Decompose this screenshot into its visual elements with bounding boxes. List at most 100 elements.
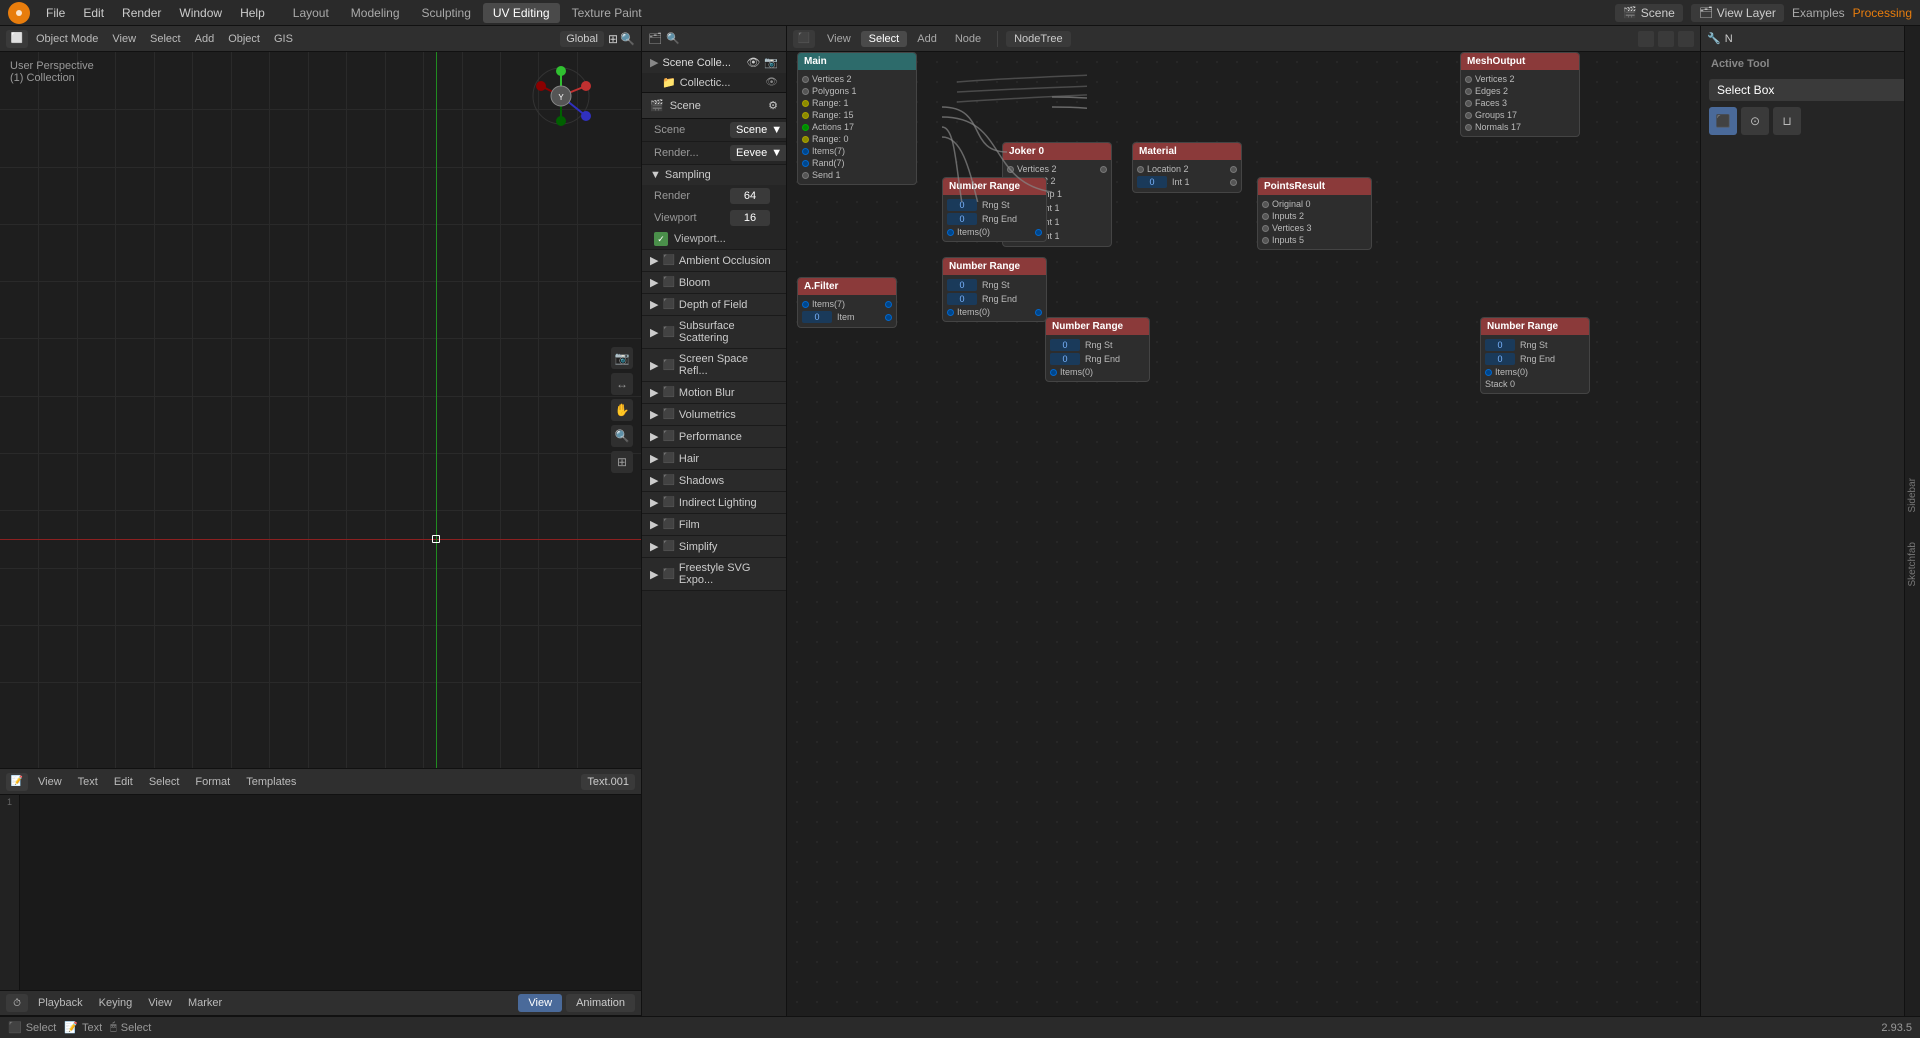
node-afilter[interactable]: A.Filter Items(7) 0Item xyxy=(797,277,897,328)
3d-viewport[interactable]: User Perspective (1) Collection xyxy=(0,52,641,768)
view-btn[interactable]: View xyxy=(106,31,142,47)
section-header-3[interactable]: ▶ ⬛ Subsurface Scattering xyxy=(642,316,786,348)
tool-circle-icon[interactable]: ⊙ xyxy=(1741,107,1769,135)
section-header-5[interactable]: ▶ ⬛ Motion Blur xyxy=(642,382,786,403)
select-btn[interactable]: Select xyxy=(144,31,187,47)
section-header-4[interactable]: ▶ ⬛ Screen Space Refl... xyxy=(642,349,786,381)
node-toolbar-icon-1[interactable] xyxy=(1638,31,1654,47)
node-toolbar-icon-2[interactable] xyxy=(1658,31,1674,47)
node-numrange1[interactable]: Number Range 0Rng St 0Rng End Items(0) xyxy=(942,177,1047,242)
node-editor[interactable]: ⬛ View Select Add Node NodeTree xyxy=(787,26,1700,1038)
viewport-denoise-checkbox[interactable]: ✓ xyxy=(654,232,668,246)
section-header-7[interactable]: ▶ ⬛ Performance xyxy=(642,426,786,447)
text-content-area[interactable] xyxy=(20,795,641,990)
section-header-10[interactable]: ▶ ⬛ Indirect Lighting xyxy=(642,492,786,513)
node-main[interactable]: Main Vertices 2 Polygons 1 Range: 1 Rang… xyxy=(797,52,917,185)
tool-lasso-icon[interactable]: ⊔ xyxy=(1773,107,1801,135)
scene-dropdown[interactable]: Scene ▼ xyxy=(730,122,786,138)
section-header-9[interactable]: ▶ ⬛ Shadows xyxy=(642,470,786,491)
object-btn[interactable]: Object xyxy=(222,31,266,47)
collection-row[interactable]: 📁 Collectic... 👁 xyxy=(642,73,786,92)
camera-view-icon[interactable]: 📷 xyxy=(611,347,633,369)
text-templates-btn[interactable]: Templates xyxy=(240,774,302,790)
mode-selector[interactable]: Object Mode xyxy=(30,31,104,47)
section-header-6[interactable]: ▶ ⬛ Volumetrics xyxy=(642,404,786,425)
timeline-icon[interactable]: ⏱ xyxy=(6,994,28,1012)
visibility-icon[interactable]: 👁 xyxy=(746,56,760,69)
animation-btn[interactable]: Animation xyxy=(566,994,635,1012)
node-material[interactable]: Material Location 2 0Int 1 xyxy=(1132,142,1242,193)
text-format-btn[interactable]: Format xyxy=(189,774,236,790)
zoom-icon[interactable]: 🔍 xyxy=(611,425,633,447)
props-settings-icon[interactable]: ⚙ xyxy=(768,99,778,112)
text-file-selector[interactable]: Text.001 xyxy=(581,774,635,790)
mode-icon[interactable]: ⬜ xyxy=(6,30,28,48)
tab-view[interactable]: View xyxy=(819,31,859,47)
scene-selector[interactable]: 🎬 Scene xyxy=(1615,4,1683,22)
node-numrange2[interactable]: Number Range 0Rng St 0Rng End Items(0) xyxy=(942,257,1047,322)
node-toolbar-icon-3[interactable] xyxy=(1678,31,1694,47)
playback-btn[interactable]: Playback xyxy=(32,995,89,1011)
sampling-header[interactable]: ▼ Sampling xyxy=(642,165,786,185)
timeline-view-btn[interactable]: View xyxy=(142,995,178,1011)
render-engine-dropdown[interactable]: Eevee ▼ xyxy=(730,145,786,161)
text-text-btn[interactable]: Text xyxy=(72,774,104,790)
cursor-icon[interactable]: ↔ xyxy=(611,373,633,395)
node-canvas[interactable]: Main Vertices 2 Polygons 1 Range: 1 Rang… xyxy=(787,52,1700,1038)
add-btn[interactable]: Add xyxy=(189,31,221,47)
gis-btn[interactable]: GIS xyxy=(268,31,299,47)
sketchfab-tab[interactable]: Sketchfab xyxy=(1907,542,1918,586)
menu-window[interactable]: Window xyxy=(171,4,230,22)
keying-btn[interactable]: Keying xyxy=(93,995,139,1011)
node-points-result[interactable]: PointsResult Original 0 Inputs 2 Vertice… xyxy=(1257,177,1372,250)
node-tree-selector[interactable]: NodeTree xyxy=(1006,31,1071,47)
view-layer-selector[interactable]: 🗂 View Layer xyxy=(1691,4,1784,22)
text-view-btn[interactable]: View xyxy=(32,774,68,790)
tab-texture-paint[interactable]: Texture Paint xyxy=(562,3,652,23)
select-box-status[interactable]: ⬛ Select xyxy=(8,1021,56,1034)
tab-modeling[interactable]: Modeling xyxy=(341,3,410,23)
section-header-8[interactable]: ▶ ⬛ Hair xyxy=(642,448,786,469)
tab-select[interactable]: Select xyxy=(861,31,908,47)
blender-logo[interactable] xyxy=(8,2,30,24)
text-status[interactable]: 📝 Text xyxy=(64,1021,102,1034)
tab-layout[interactable]: Layout xyxy=(283,3,339,23)
global-transform[interactable]: Global xyxy=(560,31,604,47)
text-editor-icon[interactable]: 📝 xyxy=(6,773,28,791)
menu-help[interactable]: Help xyxy=(232,4,273,22)
viewport-icon-1[interactable]: ⊞ xyxy=(608,32,618,46)
marker-btn[interactable]: Marker xyxy=(182,995,228,1011)
grid-icon[interactable]: ⊞ xyxy=(611,451,633,473)
scene-collection-row[interactable]: ▶ Scene Colle... 👁 📷 xyxy=(642,52,786,73)
text-select-btn[interactable]: Select xyxy=(143,774,186,790)
section-header-1[interactable]: ▶ ⬛ Bloom xyxy=(642,272,786,293)
tab-add[interactable]: Add xyxy=(909,31,945,47)
node-numrange3[interactable]: Number Range 0Rng St 0Rng End Items(0) xyxy=(1045,317,1150,382)
frame-btn[interactable]: View xyxy=(518,994,562,1012)
section-header-0[interactable]: ▶ ⬛ Ambient Occlusion xyxy=(642,250,786,271)
prop-section-4: ▶ ⬛ Screen Space Refl... xyxy=(642,349,786,382)
viewport-icon-2[interactable]: 🔍 xyxy=(620,32,635,46)
section-header-12[interactable]: ▶ ⬛ Simplify xyxy=(642,536,786,557)
tool-box-icon[interactable]: ⬛ xyxy=(1709,107,1737,135)
section-header-13[interactable]: ▶ ⬛ Freestyle SVG Expo... xyxy=(642,558,786,590)
tab-uv-editing[interactable]: UV Editing xyxy=(483,3,560,23)
text-edit-btn[interactable]: Edit xyxy=(108,774,139,790)
node-mesh-output[interactable]: MeshOutput Vertices 2 Edges 2 Faces 3 Gr… xyxy=(1460,52,1580,137)
menu-file[interactable]: File xyxy=(38,4,73,22)
section-header-11[interactable]: ▶ ⬛ Film xyxy=(642,514,786,535)
move-icon[interactable]: ✋ xyxy=(611,399,633,421)
sidebar-tab[interactable]: Sidebar xyxy=(1907,478,1918,512)
section-header-2[interactable]: ▶ ⬛ Depth of Field xyxy=(642,294,786,315)
nav-gizmo[interactable]: Y xyxy=(531,66,591,126)
select-status[interactable]: 🖱 Select xyxy=(110,1021,151,1034)
node-editor-icon[interactable]: ⬛ xyxy=(793,30,815,48)
menu-render[interactable]: Render xyxy=(114,4,169,22)
tab-node[interactable]: Node xyxy=(947,31,989,47)
menu-edit[interactable]: Edit xyxy=(75,4,112,22)
viewport-samples-value[interactable]: 16 xyxy=(730,210,770,226)
node-numrange-br[interactable]: Number Range 0Rng St 0Rng End Items(0) S… xyxy=(1480,317,1590,394)
camera-icon[interactable]: 📷 xyxy=(764,56,778,69)
render-samples-value[interactable]: 64 xyxy=(730,188,770,204)
tab-sculpting[interactable]: Sculpting xyxy=(412,3,481,23)
